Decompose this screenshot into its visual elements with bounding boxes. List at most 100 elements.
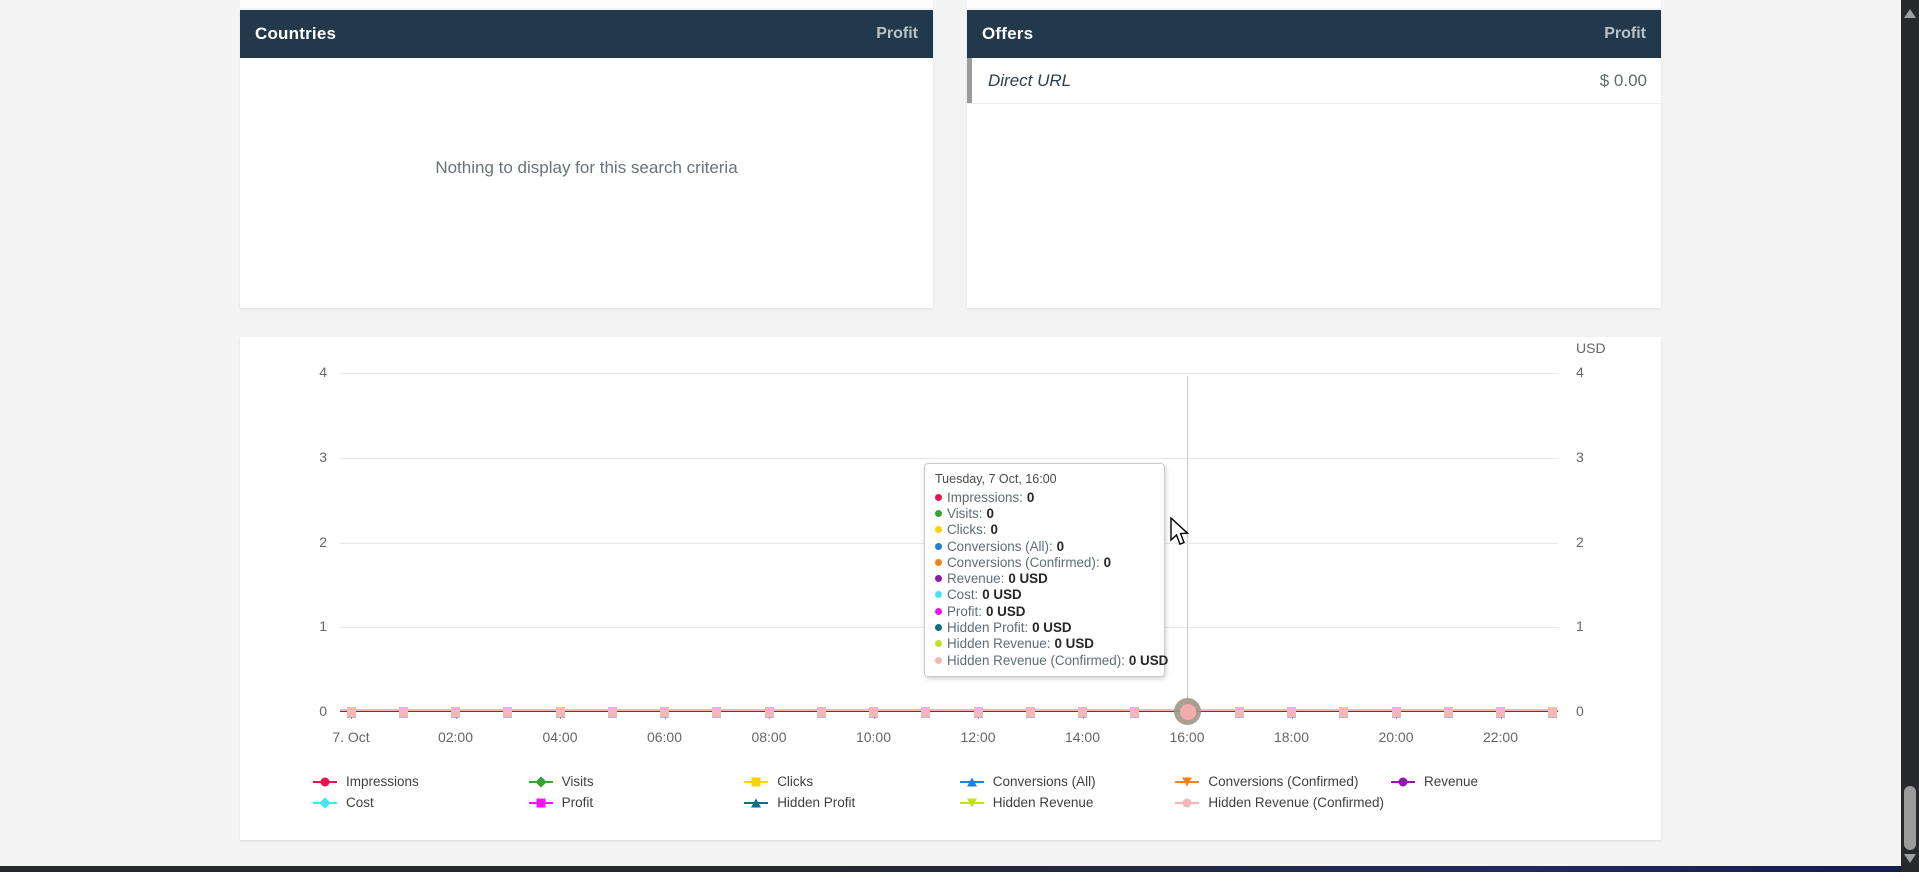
tooltip-series-value: 0 USD [986,604,1025,619]
y-tick-label-left: 2 [287,534,327,550]
legend-diamond-icon [535,776,546,787]
tooltip-series-value: 0 [1057,539,1064,554]
right-axis-title: USD [1576,340,1606,356]
legend-label: Hidden Profit [777,794,855,812]
data-point-marker [451,708,460,717]
legend-label: Clicks [777,773,813,791]
data-point-marker [1339,708,1348,717]
tooltip-series-bullet [935,559,942,566]
legend-square-icon [752,778,761,787]
data-point-marker [503,708,512,717]
data-point-marker [1078,708,1087,717]
tooltip-series-label: Conversions (Confirmed): [947,555,1100,570]
y-tick-label-right: 0 [1576,703,1616,719]
y-tick-label-left: 4 [287,364,327,380]
data-point-marker [1130,708,1139,717]
tooltip-series-value: 0 USD [982,587,1021,602]
tooltip-series-value: 0 USD [1032,620,1071,635]
legend-item[interactable]: Hidden Revenue [960,793,1094,813]
x-tick-label: 04:00 [518,729,602,745]
legend-item[interactable]: Hidden Profit [744,793,855,813]
tooltip-series-bullet [935,543,942,550]
legend-series-icon [960,775,984,789]
legend-series-icon [529,796,553,810]
x-tick-label: 08:00 [727,729,811,745]
tooltip-row: Impressions:0 [935,489,1154,505]
scroll-down-icon[interactable] [1904,854,1916,863]
legend-item[interactable]: Impressions [313,772,419,792]
legend-series-icon [1175,796,1199,810]
data-point-marker [1287,708,1296,717]
data-point-marker [765,708,774,717]
data-point-marker [1548,708,1557,717]
legend-item[interactable]: Revenue [1391,772,1478,792]
tooltip-series-bullet [935,608,942,615]
data-point-marker [347,708,356,717]
legend-diamond-icon [319,797,330,808]
x-tick-label: 16:00 [1145,729,1229,745]
x-tick-label: 14:00 [1041,729,1125,745]
tooltip-row: Hidden Revenue:0 USD [935,636,1154,652]
tooltip-row: Hidden Profit:0 USD [935,619,1154,635]
legend-triangle-down-icon [1182,778,1192,787]
legend-series-icon [1391,775,1415,789]
legend-item[interactable]: Hidden Revenue (Confirmed) [1175,793,1384,813]
x-tick-label: 06:00 [623,729,707,745]
tooltip-series-label: Hidden Revenue (Confirmed): [947,653,1125,668]
tooltip-series-bullet [935,526,942,533]
legend-series-icon [1175,775,1199,789]
legend-label: Conversions (Confirmed) [1208,773,1358,791]
x-tick-label: 12:00 [936,729,1020,745]
tooltip-row: Profit: 0 USD [935,603,1154,619]
legend-circle-icon [1399,778,1408,787]
data-point-marker [712,708,721,717]
legend-item[interactable]: Conversions (Confirmed) [1175,772,1358,792]
hovered-point [1180,704,1196,720]
scroll-up-icon[interactable] [1904,9,1916,18]
tooltip-series-value: 0 USD [1129,653,1168,668]
legend-item[interactable]: Cost [313,793,374,813]
x-tick-label: 02:00 [414,729,498,745]
tooltip-series-value: 0 USD [1008,571,1047,586]
data-point-marker [608,708,617,717]
y-grid-line [340,373,1558,374]
x-tick-label: 7. Oct [309,729,393,745]
tooltip-series-bullet [935,575,942,582]
legend-item[interactable]: Clicks [744,772,813,792]
scrollbar-thumb[interactable] [1904,786,1916,850]
y-tick-label-left: 1 [287,618,327,634]
y-grid-line [340,458,1558,459]
tooltip-row: Hidden Revenue (Confirmed):0 USD [935,652,1154,668]
legend-circle-icon [1183,799,1192,808]
tooltip-series-label: Profit: [947,604,982,619]
tooltip-row: Clicks:0 [935,522,1154,538]
legend-triangle-up-icon [751,799,761,808]
data-point-marker [556,708,565,717]
data-point-marker [399,708,408,717]
data-point-marker [1235,708,1244,717]
x-axis-line [340,711,1558,712]
legend-series-icon [529,775,553,789]
legend-circle-icon [321,778,330,787]
data-point-marker [1392,708,1401,717]
legend-item[interactable]: Visits [529,772,594,792]
legend-series-icon [744,796,768,810]
legend-series-icon [313,796,337,810]
tooltip-series-bullet [935,510,942,517]
x-tick-label: 20:00 [1354,729,1438,745]
tooltip-series-label: Hidden Revenue: [947,636,1050,651]
x-tick-label: 18:00 [1250,729,1334,745]
legend-item[interactable]: Conversions (All) [960,772,1096,792]
legend-triangle-up-icon [967,778,977,787]
tooltip-row: Conversions (All):0 [935,538,1154,554]
legend-label: Visits [562,773,594,791]
data-point-marker [869,708,878,717]
vertical-scrollbar[interactable] [1901,0,1919,872]
tooltip-series-bullet [935,494,942,501]
legend-item[interactable]: Profit [529,793,594,813]
mouse-cursor [1170,517,1192,554]
legend-label: Hidden Revenue (Confirmed) [1208,794,1384,812]
tooltip-series-value: 0 [986,506,993,521]
tooltip-row: Cost:0 USD [935,587,1154,603]
tooltip-series-label: Impressions: [947,490,1023,505]
